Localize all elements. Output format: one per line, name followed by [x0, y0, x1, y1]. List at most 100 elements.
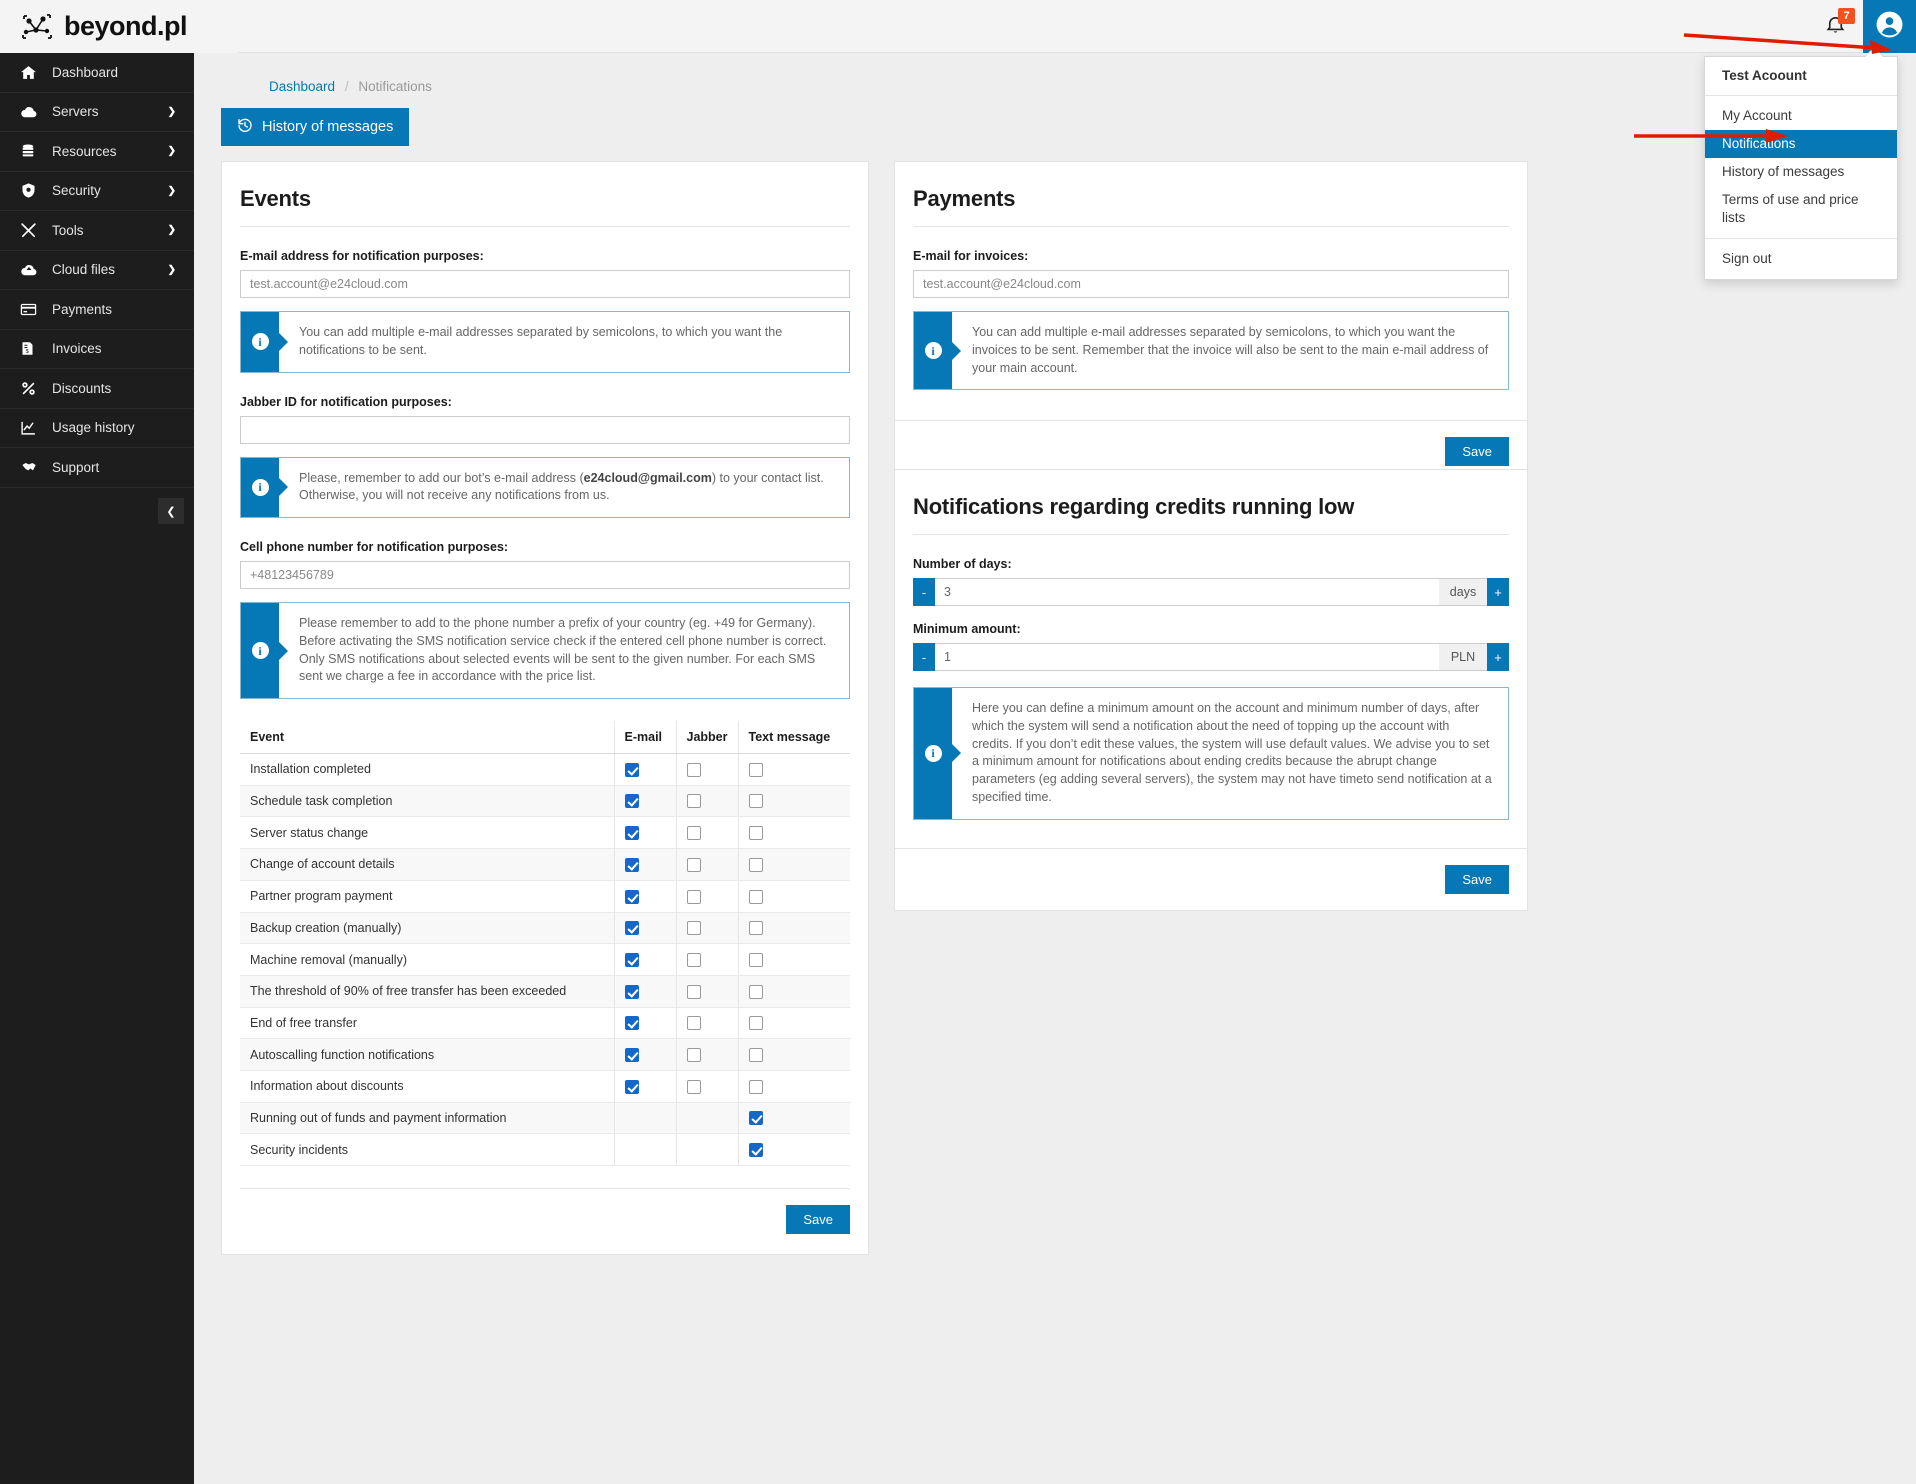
payments-save-button[interactable]: Save	[1445, 437, 1509, 467]
days-stepper: - 3 days +	[913, 578, 1509, 606]
sidebar-item-servers[interactable]: Servers ❯	[0, 93, 194, 132]
sidebar-item-resources[interactable]: Resources ❯	[0, 132, 194, 172]
email-checkbox-cell	[613, 975, 676, 1008]
credit-card-icon	[20, 301, 44, 318]
jabber-checkbox[interactable]	[686, 762, 701, 777]
events-save-button[interactable]: Save	[786, 1205, 850, 1235]
jabber-checkbox[interactable]	[686, 857, 701, 872]
jabber-checkbox[interactable]	[686, 921, 701, 936]
text-message-checkbox[interactable]	[748, 762, 763, 777]
jabber-id-input[interactable]	[240, 415, 850, 444]
text-message-checkbox[interactable]	[748, 1016, 763, 1031]
jabber-checkbox[interactable]	[686, 952, 701, 967]
notification-count-badge: 7	[1838, 8, 1855, 24]
user-avatar-button[interactable]	[1863, 0, 1916, 53]
history-of-messages-button[interactable]: History of messages	[221, 108, 410, 146]
email-checkbox[interactable]	[624, 1016, 639, 1031]
amount-decrement-button[interactable]: -	[913, 643, 935, 671]
notification-email-input[interactable]	[240, 270, 850, 298]
text-message-checkbox[interactable]	[748, 857, 763, 872]
text-message-checkbox[interactable]	[748, 889, 763, 904]
table-row: The threshold of 90% of free transfer ha…	[240, 975, 850, 1008]
breadcrumb-dashboard-link[interactable]: Dashboard	[269, 79, 335, 94]
menu-item-history-of-messages[interactable]: History of messages	[1705, 158, 1897, 186]
network-nodes-logo	[20, 12, 54, 42]
breadcrumb-current: Notifications	[358, 79, 432, 94]
sidebar-item-dashboard[interactable]: Dashboard	[0, 53, 194, 93]
days-increment-button[interactable]: +	[1487, 578, 1509, 606]
sidebar-item-usage-history[interactable]: Usage history	[0, 409, 194, 448]
days-value-input[interactable]: 3	[935, 578, 1439, 606]
text-message-checkbox[interactable]	[748, 984, 763, 999]
text-message-checkbox[interactable]	[748, 1143, 763, 1158]
text-message-checkbox[interactable]	[748, 826, 763, 841]
amount-value-input[interactable]: 1	[935, 643, 1439, 671]
jabber-checkbox-cell	[675, 1038, 738, 1072]
text-message-checkbox[interactable]	[748, 1079, 763, 1094]
sidebar-item-cloud-files[interactable]: Cloud files ❯	[0, 251, 194, 290]
jabber-checkbox[interactable]	[686, 1079, 701, 1094]
text-message-checkbox[interactable]	[748, 952, 763, 967]
sidebar-item-tools[interactable]: Tools ❯	[0, 211, 194, 251]
sidebar-item-label: Support	[52, 459, 100, 475]
sidebar-collapse-button[interactable]: ❮	[158, 498, 184, 524]
notifications-bell-button[interactable]: 7	[1807, 0, 1863, 53]
email-checkbox[interactable]	[624, 794, 639, 809]
menu-item-terms-of-use[interactable]: Terms of use and price lists	[1705, 186, 1897, 232]
jabber-checkbox[interactable]	[686, 984, 701, 999]
email-checkbox[interactable]	[624, 921, 639, 936]
th-event: Event	[240, 721, 614, 754]
email-checkbox[interactable]	[624, 857, 639, 872]
email-checkbox[interactable]	[624, 762, 639, 777]
text-message-checkbox[interactable]	[748, 1111, 763, 1126]
text-message-checkbox-cell	[737, 1102, 850, 1135]
email-checkbox-cell	[613, 753, 676, 786]
sidebar-item-support[interactable]: Support	[0, 448, 194, 488]
email-checkbox-cell	[613, 848, 676, 881]
email-checkbox[interactable]	[624, 984, 639, 999]
jabber-checkbox[interactable]	[686, 1048, 701, 1063]
text-message-checkbox-cell	[737, 848, 850, 881]
jabber-checkbox[interactable]	[686, 826, 701, 841]
jabber-checkbox[interactable]	[686, 794, 701, 809]
email-checkbox[interactable]	[624, 952, 639, 967]
jabber-checkbox[interactable]	[686, 889, 701, 904]
events-panel: Events E-mail address for notification p…	[221, 161, 869, 1256]
text-message-checkbox[interactable]	[748, 1048, 763, 1063]
history-icon	[237, 117, 253, 137]
text-message-checkbox[interactable]	[748, 921, 763, 936]
cell-phone-input[interactable]	[240, 561, 850, 589]
menu-item-sign-out[interactable]: Sign out	[1705, 245, 1897, 273]
email-checkbox[interactable]	[624, 889, 639, 904]
days-decrement-button[interactable]: -	[913, 578, 935, 606]
text-message-checkbox-cell	[737, 816, 850, 850]
jabber-info-text: Please, remember to add our bot’s e-mail…	[279, 458, 849, 518]
invoice-email-input[interactable]	[913, 270, 1509, 298]
amount-increment-button[interactable]: +	[1487, 643, 1509, 671]
sidebar-item-security[interactable]: Security ❯	[0, 172, 194, 211]
menu-item-notifications[interactable]: Notifications	[1705, 130, 1897, 158]
chevron-right-icon: ❯	[167, 224, 176, 236]
phone-info-alert: i Please remember to add to the phone nu…	[240, 602, 850, 699]
payments-panel-title: Payments	[913, 186, 1509, 227]
menu-item-my-account[interactable]: My Account	[1705, 102, 1897, 130]
shield-icon	[20, 182, 44, 199]
email-checkbox[interactable]	[624, 1048, 639, 1063]
brand-logo[interactable]: beyond.pl	[0, 0, 238, 53]
jabber-checkbox-cell	[675, 880, 738, 913]
email-checkbox[interactable]	[624, 1079, 639, 1094]
th-text-message: Text message	[737, 721, 850, 754]
email-checkbox[interactable]	[624, 826, 639, 841]
info-icon: i	[241, 457, 279, 517]
sidebar-item-label: Dashboard	[52, 64, 119, 80]
text-message-checkbox[interactable]	[748, 794, 763, 809]
payments-info-alert: i You can add multiple e-mail addresses …	[913, 311, 1509, 391]
table-row: Installation completed	[240, 753, 850, 786]
credits-save-button[interactable]: Save	[1445, 864, 1509, 894]
phone-info-text: Please remember to add to the phone numb…	[299, 616, 827, 684]
jabber-checkbox[interactable]	[686, 1016, 701, 1031]
sidebar-item-payments[interactable]: Payments	[0, 290, 194, 330]
sidebar-item-invoices[interactable]: $ Invoices	[0, 330, 194, 369]
sidebar-item-discounts[interactable]: Discounts	[0, 369, 194, 409]
events-table: Event E-mail Jabber Text message Install…	[240, 721, 850, 1167]
